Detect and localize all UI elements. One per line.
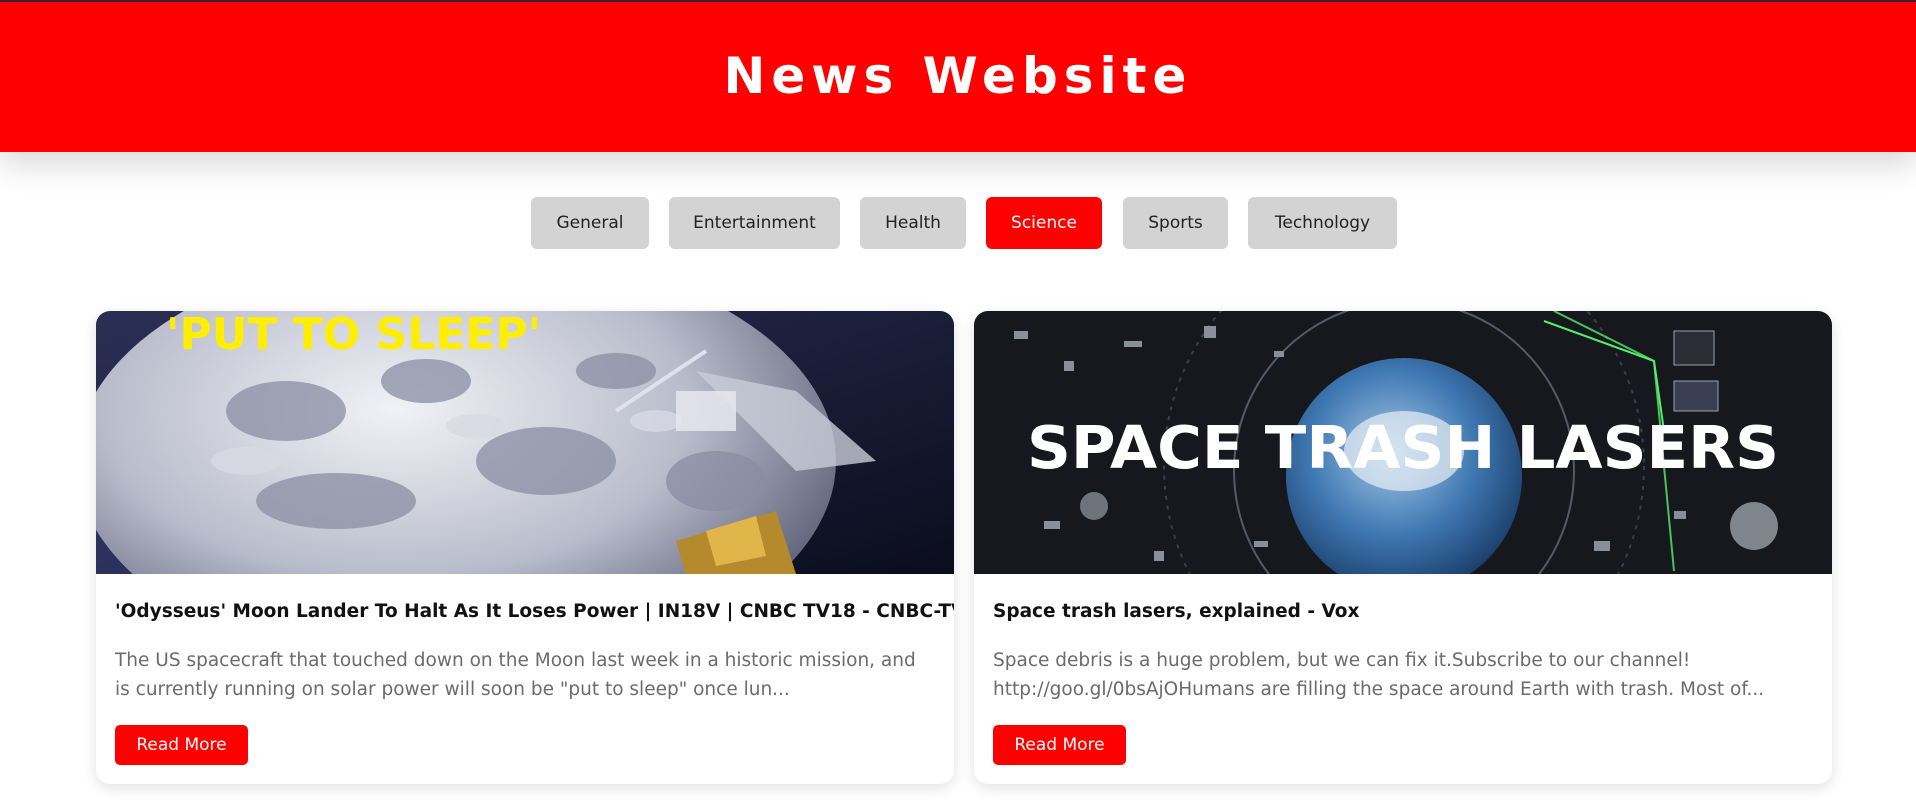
article-description: The US spacecraft that touched down on t…	[115, 646, 935, 704]
news-card: SPACE TRASH LASERS Space trash lasers, e…	[974, 311, 1832, 784]
description-line: Space debris is a huge problem, but we c…	[993, 650, 1691, 671]
site-header: News Website	[0, 0, 1916, 152]
article-description: Space debris is a huge problem, but we c…	[993, 646, 1813, 704]
article-image[interactable]: SPACE TRASH LASERS	[974, 311, 1832, 574]
category-tabs: General Entertainment Health Science Spo…	[0, 197, 1916, 249]
news-card: 'PUT TO SLEEP' 'Odysseus' Moon Lander To…	[96, 311, 954, 784]
read-more-button[interactable]: Read More	[115, 725, 248, 765]
image-caption: SPACE TRASH LASERS	[1027, 413, 1779, 482]
description-line: The US spacecraft that touched down on t…	[115, 650, 916, 671]
tab-health[interactable]: Health	[860, 197, 966, 249]
image-caption: 'PUT TO SLEEP'	[166, 311, 541, 360]
article-image[interactable]: 'PUT TO SLEEP'	[96, 311, 954, 574]
article-title[interactable]: 'Odysseus' Moon Lander To Halt As It Los…	[115, 601, 954, 622]
site-title: News Website	[723, 47, 1193, 105]
tab-general[interactable]: General	[531, 197, 649, 249]
tab-sports[interactable]: Sports	[1123, 197, 1228, 249]
tab-technology[interactable]: Technology	[1248, 197, 1397, 249]
article-title[interactable]: Space trash lasers, explained - Vox	[993, 601, 1359, 622]
tab-science[interactable]: Science	[986, 197, 1102, 249]
read-more-button[interactable]: Read More	[993, 725, 1126, 765]
tab-entertainment[interactable]: Entertainment	[669, 197, 840, 249]
description-line: http://goo.gl/0bsAjOHumans are filling t…	[993, 679, 1765, 700]
description-line: is currently running on solar power will…	[115, 679, 790, 700]
